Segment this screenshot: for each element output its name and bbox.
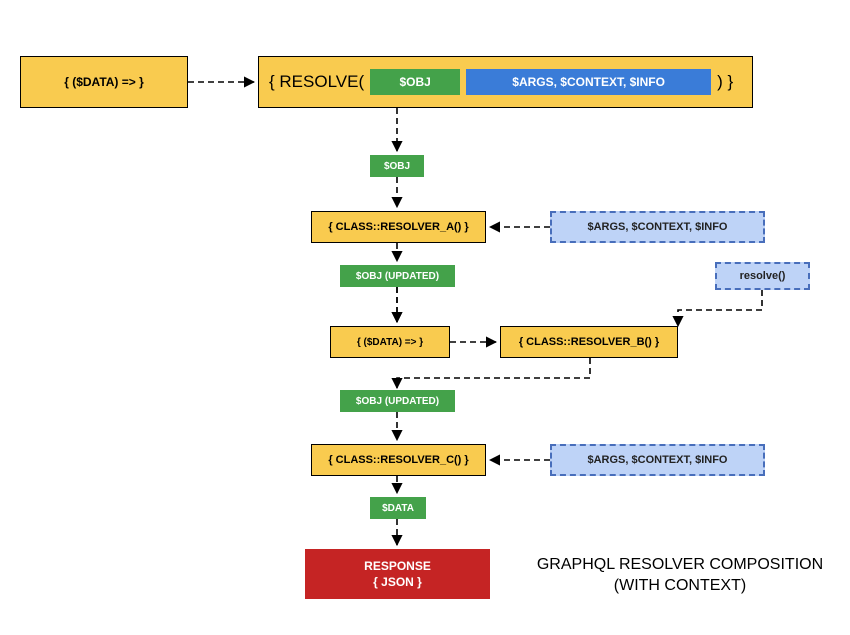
resolver-a-label: { CLASS::RESOLVER_A() } bbox=[328, 221, 468, 233]
response-box: RESPONSE { JSON } bbox=[305, 549, 490, 599]
resolver-b-label: { CLASS::RESOLVER_B() } bbox=[519, 336, 659, 348]
response-line2: { JSON } bbox=[373, 575, 422, 589]
args-pill-label: $ARGS, $CONTEXT, $INFO bbox=[512, 75, 665, 89]
obj-tag-label: $OBJ bbox=[384, 161, 410, 172]
resolver-c-label: { CLASS::RESOLVER_C() } bbox=[328, 454, 468, 466]
response-line1: RESPONSE bbox=[364, 559, 431, 573]
title-line1: GRAPHQL RESOLVER COMPOSITION bbox=[530, 555, 830, 576]
context-b-label: resolve() bbox=[740, 270, 786, 282]
resolver-c-box: { CLASS::RESOLVER_C() } bbox=[311, 444, 486, 476]
obj-updated-2-label: $OBJ (UPDATED) bbox=[356, 396, 439, 407]
obj-pill: $OBJ bbox=[370, 69, 460, 95]
data-fn-top-box: { ($DATA) => } bbox=[20, 56, 188, 108]
data-fn-mid-box: { ($DATA) => } bbox=[330, 326, 450, 358]
data-tag-label: $DATA bbox=[382, 503, 414, 514]
resolver-b-box: { CLASS::RESOLVER_B() } bbox=[500, 326, 678, 358]
obj-updated-1-tag: $OBJ (UPDATED) bbox=[340, 265, 455, 287]
context-c-label: $ARGS, $CONTEXT, $INFO bbox=[588, 454, 728, 466]
response-inner: RESPONSE { JSON } bbox=[364, 559, 431, 589]
context-a-box: $ARGS, $CONTEXT, $INFO bbox=[550, 211, 765, 243]
context-a-label: $ARGS, $CONTEXT, $INFO bbox=[588, 221, 728, 233]
context-c-box: $ARGS, $CONTEXT, $INFO bbox=[550, 444, 765, 476]
obj-updated-1-label: $OBJ (UPDATED) bbox=[356, 271, 439, 282]
obj-updated-2-tag: $OBJ (UPDATED) bbox=[340, 390, 455, 412]
resolve-close-label: ) } bbox=[717, 72, 733, 92]
context-b-box: resolve() bbox=[715, 262, 810, 290]
resolve-box: { RESOLVE( $OBJ $ARGS, $CONTEXT, $INFO )… bbox=[258, 56, 753, 108]
obj-pill-label: $OBJ bbox=[399, 75, 430, 89]
resolver-a-box: { CLASS::RESOLVER_A() } bbox=[311, 211, 486, 243]
resolve-inner: { RESOLVE( $OBJ $ARGS, $CONTEXT, $INFO )… bbox=[259, 57, 752, 107]
data-fn-top-label: { ($DATA) => } bbox=[64, 75, 144, 89]
title-line2: (WITH CONTEXT) bbox=[530, 576, 830, 597]
diagram-title: GRAPHQL RESOLVER COMPOSITION (WITH CONTE… bbox=[530, 555, 830, 597]
data-fn-mid-label: { ($DATA) => } bbox=[357, 337, 423, 348]
data-tag: $DATA bbox=[370, 497, 426, 519]
obj-tag: $OBJ bbox=[370, 155, 424, 177]
resolve-open-label: { RESOLVE( bbox=[269, 72, 364, 92]
args-pill: $ARGS, $CONTEXT, $INFO bbox=[466, 69, 711, 95]
